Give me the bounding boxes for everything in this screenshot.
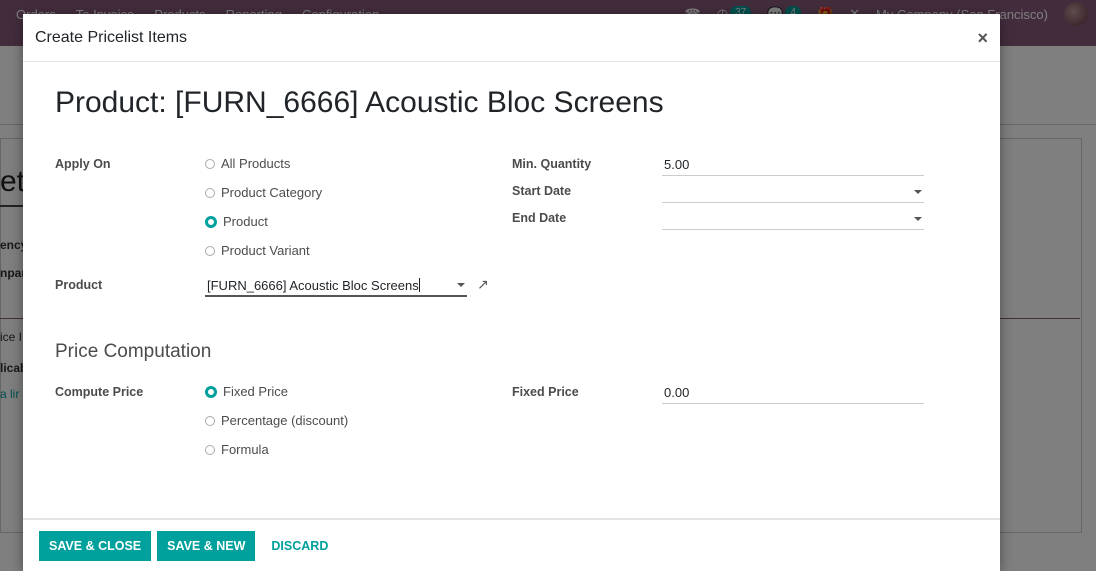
- min-quantity-label: Min. Quantity: [512, 157, 592, 171]
- apply-on-all-products[interactable]: All Products: [205, 156, 290, 171]
- radio-label: Formula: [221, 442, 269, 457]
- radio-label: All Products: [221, 156, 291, 171]
- apply-on-label: Apply On: [55, 157, 111, 171]
- radio-unchecked-icon[interactable]: [205, 245, 215, 256]
- compute-price-fixed[interactable]: Fixed Price: [205, 384, 288, 399]
- radio-label: Product Variant: [221, 243, 310, 258]
- save-close-button[interactable]: SAVE & CLOSE: [39, 530, 152, 561]
- modal-title: Create Pricelist Items: [35, 28, 188, 46]
- text-cursor: [418, 278, 420, 292]
- min-quantity-value: 5.00: [664, 157, 690, 172]
- radio-label: Percentage (discount): [221, 413, 349, 428]
- min-quantity-input[interactable]: 5.00: [662, 154, 924, 176]
- radio-unchecked-icon[interactable]: [205, 444, 215, 455]
- product-input[interactable]: [FURN_6666] Acoustic Bloc Screens: [205, 275, 467, 297]
- radio-label: Fixed Price: [223, 384, 289, 399]
- radio-unchecked-icon[interactable]: [205, 158, 215, 169]
- apply-on-product-variant[interactable]: Product Variant: [205, 243, 310, 258]
- radio-checked-icon[interactable]: [205, 215, 217, 228]
- start-date-label: Start Date: [512, 184, 572, 198]
- radio-unchecked-icon[interactable]: [205, 415, 215, 426]
- end-date-label: End Date: [512, 211, 567, 225]
- apply-on-product[interactable]: Product: [205, 214, 268, 229]
- start-date-input[interactable]: [662, 181, 924, 203]
- discard-button[interactable]: DISCARD: [261, 531, 338, 561]
- product-label: Product: [55, 278, 103, 292]
- dropdown-caret-icon[interactable]: [914, 216, 922, 221]
- external-link-icon[interactable]: ↗: [477, 276, 489, 293]
- price-computation-heading: Price Computation: [55, 341, 212, 362]
- record-title: Product: [FURN_6666] Acoustic Bloc Scree…: [55, 86, 664, 119]
- close-icon[interactable]: ×: [977, 29, 988, 47]
- modal-body: Product: [FURN_6666] Acoustic Bloc Scree…: [23, 62, 1000, 519]
- radio-unchecked-icon[interactable]: [205, 187, 215, 198]
- fixed-price-label: Fixed Price: [512, 385, 579, 399]
- radio-label: Product: [223, 214, 268, 229]
- dropdown-caret-icon[interactable]: [914, 189, 922, 194]
- modal-footer: SAVE & CLOSE SAVE & NEW DISCARD: [23, 518, 1000, 571]
- radio-label: Product Category: [221, 185, 323, 200]
- dropdown-caret-icon[interactable]: [457, 283, 465, 287]
- compute-price-percentage[interactable]: Percentage (discount): [205, 413, 348, 428]
- radio-checked-icon[interactable]: [205, 385, 217, 398]
- compute-price-formula[interactable]: Formula: [205, 442, 269, 457]
- fixed-price-input[interactable]: 0.00: [662, 382, 924, 404]
- end-date-input[interactable]: [662, 208, 924, 230]
- product-value: [FURN_6666] Acoustic Bloc Screens: [207, 277, 419, 293]
- fixed-price-value: 0.00: [664, 385, 690, 400]
- save-new-button[interactable]: SAVE & NEW: [157, 530, 256, 561]
- compute-price-label: Compute Price: [55, 385, 144, 399]
- create-pricelist-items-dialog: Create Pricelist Items × Product: [FURN_…: [23, 14, 1000, 571]
- apply-on-product-category[interactable]: Product Category: [205, 185, 322, 200]
- modal-header: Create Pricelist Items ×: [23, 14, 1000, 62]
